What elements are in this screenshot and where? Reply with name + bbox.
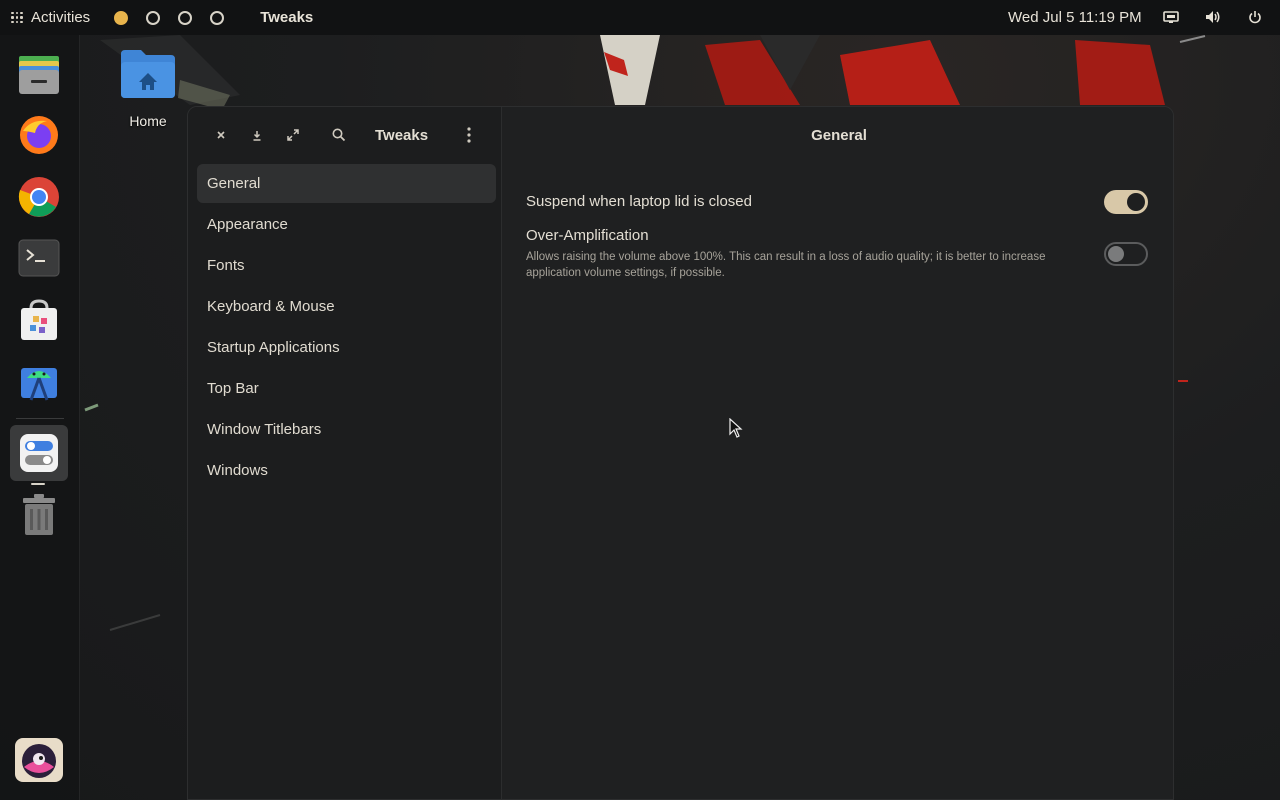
over-amplification-toggle[interactable] bbox=[1104, 242, 1148, 266]
chrome-icon bbox=[18, 177, 59, 217]
desktop-home-label: Home bbox=[129, 113, 167, 129]
tweaks-window: Tweaks General Appearance Fonts Keyboard… bbox=[187, 106, 1174, 800]
sidebar-item-window-titlebars[interactable]: Window Titlebars bbox=[197, 410, 496, 449]
workspace-3-dot[interactable] bbox=[178, 10, 193, 25]
dock-trash[interactable] bbox=[14, 490, 64, 540]
over-amplification-label: Over-Amplification bbox=[526, 227, 649, 244]
over-amplification-description: Allows raising the volume above 100%. Th… bbox=[526, 251, 1046, 279]
suspend-lid-toggle[interactable] bbox=[1104, 190, 1148, 214]
activities-button[interactable]: Activities bbox=[0, 0, 100, 35]
dock-chrome[interactable] bbox=[14, 172, 64, 222]
sidebar-item-general[interactable]: General bbox=[197, 164, 496, 203]
dock-software[interactable] bbox=[14, 295, 64, 345]
sidebar: Tweaks General Appearance Fonts Keyboard… bbox=[188, 107, 502, 799]
workspace-4-dot[interactable] bbox=[210, 10, 225, 25]
dock-separator bbox=[16, 418, 64, 419]
volume-icon[interactable] bbox=[1204, 8, 1222, 26]
sidebar-headerbar: Tweaks bbox=[188, 107, 502, 163]
system-tray[interactable] bbox=[1162, 8, 1264, 26]
dock-files[interactable] bbox=[14, 49, 64, 99]
maximize-icon bbox=[287, 129, 299, 141]
clock[interactable]: Wed Jul 5 11:19 PM bbox=[1008, 9, 1142, 26]
tweaks-app-icon bbox=[20, 434, 58, 472]
mouse-cursor-icon bbox=[729, 418, 743, 438]
workspace-1-dot[interactable] bbox=[114, 10, 129, 25]
sidebar-item-keyboard-mouse[interactable]: Keyboard & Mouse bbox=[197, 287, 496, 326]
menu-button[interactable] bbox=[457, 123, 481, 147]
software-store-icon bbox=[21, 299, 57, 340]
minimize-icon bbox=[253, 130, 261, 141]
sidebar-nav: General Appearance Fonts Keyboard & Mous… bbox=[197, 164, 496, 492]
show-apps-avatar-icon bbox=[15, 738, 63, 782]
dock-show-apps[interactable] bbox=[14, 735, 64, 785]
search-icon bbox=[332, 128, 346, 142]
dock-terminal[interactable] bbox=[14, 233, 64, 283]
close-button[interactable] bbox=[209, 123, 233, 147]
app-grid-icon bbox=[11, 11, 23, 24]
activities-label: Activities bbox=[31, 9, 91, 26]
trash-icon bbox=[23, 494, 55, 535]
network-icon[interactable] bbox=[1162, 8, 1180, 26]
dock-tweaks[interactable] bbox=[10, 425, 68, 485]
content-pane: General Suspend when laptop lid is close… bbox=[503, 107, 1173, 799]
sidebar-item-fonts[interactable]: Fonts bbox=[197, 246, 496, 285]
files-app-icon bbox=[19, 56, 59, 94]
workspace-indicator[interactable] bbox=[114, 10, 225, 25]
top-bar: Activities Tweaks Wed Jul 5 11:19 PM bbox=[0, 0, 1280, 35]
running-indicator bbox=[31, 483, 45, 485]
dock-android-studio[interactable] bbox=[14, 357, 64, 407]
power-icon[interactable] bbox=[1246, 8, 1264, 26]
sidebar-item-windows[interactable]: Windows bbox=[197, 451, 496, 490]
page-title: General bbox=[811, 127, 867, 144]
maximize-button[interactable] bbox=[281, 123, 305, 147]
search-button[interactable] bbox=[327, 123, 351, 147]
sidebar-item-startup-applications[interactable]: Startup Applications bbox=[197, 328, 496, 367]
home-folder-icon bbox=[121, 50, 175, 98]
sidebar-title: Tweaks bbox=[375, 127, 429, 144]
minimize-button[interactable] bbox=[245, 123, 269, 147]
dock bbox=[0, 35, 80, 800]
close-icon bbox=[217, 131, 225, 139]
android-studio-icon bbox=[21, 368, 57, 401]
kebab-menu-icon bbox=[467, 127, 471, 143]
workspace-2-dot[interactable] bbox=[146, 10, 161, 25]
focused-app-name[interactable]: Tweaks bbox=[260, 9, 313, 26]
suspend-lid-label: Suspend when laptop lid is closed bbox=[526, 193, 752, 210]
sidebar-item-top-bar[interactable]: Top Bar bbox=[197, 369, 496, 408]
firefox-icon bbox=[20, 116, 58, 154]
terminal-icon bbox=[18, 239, 60, 277]
dock-firefox[interactable] bbox=[14, 110, 64, 160]
sidebar-item-appearance[interactable]: Appearance bbox=[197, 205, 496, 244]
desktop-home-folder[interactable]: Home bbox=[112, 48, 184, 129]
